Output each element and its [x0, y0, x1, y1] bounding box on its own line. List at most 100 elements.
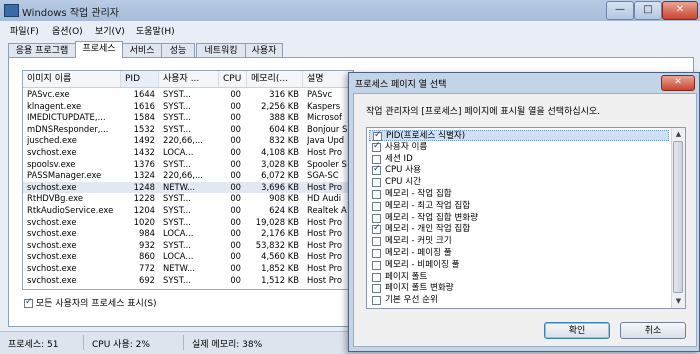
table-row[interactable]: svchost.exe 984 LOCA... 00 2,176 KB Host Pro: [23, 228, 353, 239]
column-cpu[interactable]: CPU: [219, 71, 247, 87]
column-option-label: 메모리 - 커밋 크기: [385, 236, 452, 247]
table-row[interactable]: svchost.exe 1432 LOCA... 00 4,108 KB Host Pro: [23, 147, 353, 158]
column-option[interactable]: 기본 우선 순위: [369, 295, 669, 306]
column-option[interactable]: ✓ 메모리 - 개인 작업 집합: [369, 223, 669, 235]
menu-options[interactable]: 옵션(O): [52, 24, 83, 37]
dialog-close-button[interactable]: ✕: [661, 75, 695, 91]
table-row[interactable]: svchost.exe 932 SYST... 00 53,832 KB Host Pro: [23, 240, 353, 251]
column-description[interactable]: 설명: [303, 71, 353, 87]
row-cpu: 00: [230, 147, 241, 157]
scroll-thumb[interactable]: [673, 141, 683, 293]
scroll-up-icon[interactable]: ▲: [672, 128, 685, 140]
close-button[interactable]: ✕: [662, 1, 698, 20]
menu-file[interactable]: 파일(F): [10, 24, 39, 37]
table-row[interactable]: jusched.exe 1492 220,66,... 00 832 KB Java Up…: [23, 135, 353, 146]
column-option-label: 메모리 - 비페이징 풀: [385, 259, 460, 270]
column-option-checkbox[interactable]: ✓: [372, 164, 381, 176]
cancel-button[interactable]: 취소: [620, 322, 686, 339]
column-option-checkbox[interactable]: [372, 190, 381, 199]
tab-users[interactable]: 사용자: [245, 43, 283, 58]
dialog-title: 프로세스 페이지 열 선택: [355, 80, 447, 90]
row-description: Host Pro: [307, 251, 343, 262]
table-row[interactable]: IMEDICTUPDATE,... 1584 SYST... 00 388 KB Micr…: [23, 112, 353, 123]
title-bar[interactable]: Windows 작업 관리자 — □ ✕: [0, 0, 700, 21]
column-option-checkbox[interactable]: ✓: [372, 223, 381, 235]
table-row[interactable]: svchost.exe 1020 SYST... 00 19,028 KB Host Pr…: [23, 217, 353, 228]
row-user-name: SYST...: [163, 193, 191, 204]
column-option-checkbox[interactable]: [372, 284, 381, 294]
column-option-checkbox[interactable]: [372, 272, 381, 282]
column-option-label: 기본 우선 순위: [385, 295, 438, 306]
table-row[interactable]: spoolsv.exe 1376 SYST... 00 3,028 KB Spooler …: [23, 159, 353, 170]
row-cpu: 00: [230, 135, 241, 146]
column-image-name[interactable]: 이미지 이름: [23, 71, 121, 87]
column-option[interactable]: 메모리 - 작업 집합 변화량: [369, 213, 669, 224]
show-all-processes-label: 모든 사용자의 프로세스 표시(S): [35, 299, 157, 309]
column-option-checkbox[interactable]: [372, 237, 381, 247]
column-option-checkbox[interactable]: ✓: [373, 130, 382, 141]
table-row[interactable]: svchost.exe 692 SYST... 00 1,512 KB Host Pro: [23, 275, 353, 286]
column-pid[interactable]: PID: [121, 71, 159, 87]
column-option-checkbox[interactable]: [372, 154, 381, 164]
row-pid: 1584: [133, 112, 155, 123]
row-pid: 1324: [133, 170, 155, 181]
checklist-scrollbar[interactable]: ▲ ▼: [671, 128, 685, 308]
column-option-checkbox[interactable]: ✓: [372, 141, 381, 152]
menu-help[interactable]: 도움말(H): [136, 24, 175, 37]
column-option[interactable]: ✓ PID(프로세스 식별자): [369, 130, 669, 141]
column-option[interactable]: 페이지 폴트: [369, 272, 669, 283]
table-row[interactable]: PASvc.exe 1644 SYST... 00 316 KB PASvc: [23, 89, 353, 100]
row-cpu: 00: [230, 205, 241, 215]
column-option-checkbox[interactable]: [372, 249, 381, 258]
column-option-label: 메모리 - 개인 작업 집합: [385, 224, 471, 235]
tab-networking[interactable]: 네트워킹: [196, 43, 246, 58]
column-option[interactable]: 페이지 폴트 변화량: [369, 283, 669, 294]
tab-processes[interactable]: 프로세스: [75, 41, 123, 58]
column-option[interactable]: 메모리 - 커밋 크기: [369, 236, 669, 247]
table-row[interactable]: svchost.exe 1248 NETW... 00 3,696 KB Host Pro: [23, 181, 353, 193]
table-row[interactable]: mDNSResponder,... 1532 SYST... 00 604 KB Bonj…: [23, 124, 353, 135]
row-user-name: LOCA...: [163, 147, 194, 157]
column-memory[interactable]: 메모리(...: [247, 71, 303, 87]
maximize-button[interactable]: □: [634, 1, 662, 20]
column-option[interactable]: 메모리 - 비페이징 풀: [369, 260, 669, 271]
row-memory: 388 KB: [269, 112, 299, 123]
table-row[interactable]: svchost.exe 860 LOCA... 00 4,560 KB Host Pro: [23, 251, 353, 262]
column-option-checkbox[interactable]: [372, 178, 381, 188]
tab-performance[interactable]: 성능: [161, 43, 195, 58]
column-option-label: 메모리 - 페이징 풀: [385, 248, 452, 258]
row-user-name: SYST...: [163, 89, 191, 99]
column-option[interactable]: 세션 ID: [369, 154, 669, 165]
scroll-down-icon[interactable]: ▼: [672, 295, 685, 307]
column-option[interactable]: 메모리 - 최고 작업 집합: [369, 201, 669, 212]
show-all-processes-option[interactable]: ✓ 모든 사용자의 프로세스 표시(S): [24, 296, 157, 309]
table-row[interactable]: klnagent.exe 1616 SYST... 00 2,256 KB Kaspers: [23, 101, 353, 112]
ok-button[interactable]: 확인: [544, 322, 610, 339]
tab-applications[interactable]: 응용 프로그램: [8, 43, 76, 58]
table-row[interactable]: RtHDVBg.exe 1228 SYST... 00 908 KB HD Audi: [23, 193, 353, 204]
minimize-button[interactable]: —: [606, 1, 634, 20]
process-list[interactable]: 이미지 이름 PID 사용자 ... CPU 메모리(... 설명 PASvc.…: [22, 70, 354, 290]
menu-view[interactable]: 보기(V): [95, 24, 125, 37]
row-description: HD Audi: [307, 193, 342, 204]
checkmark-icon: ✓: [374, 130, 382, 140]
table-row[interactable]: RtkAudioService.exe 1204 SYST... 00 624 KB Re…: [23, 205, 353, 216]
column-option[interactable]: ✓ CPU 사용: [369, 164, 669, 176]
show-all-processes-checkbox[interactable]: ✓: [24, 297, 33, 308]
column-option[interactable]: CPU 시간: [369, 177, 669, 188]
column-option-checkbox[interactable]: [372, 213, 381, 223]
column-option[interactable]: 메모리 - 작업 집합: [369, 189, 669, 200]
tab-services[interactable]: 서비스: [122, 43, 162, 58]
table-row[interactable]: PASSManager.exe 1324 220,66,... 00 6,072 KB S…: [23, 170, 353, 181]
column-option-checkbox[interactable]: [372, 296, 381, 306]
column-option[interactable]: ✓ 사용자 이름: [369, 141, 669, 153]
column-checklist[interactable]: ✓ PID(프로세스 식별자) ✓ 사용자 이름 세션 ID ✓ CPU 사용 CPU 시간 메…: [366, 127, 686, 309]
row-cpu: 00: [230, 228, 241, 239]
row-cpu: 00: [230, 170, 241, 181]
table-row[interactable]: svchost.exe 772 NETW... 00 1,852 KB Host Pro: [23, 263, 353, 274]
column-option-checkbox[interactable]: [372, 201, 381, 211]
column-user-name[interactable]: 사용자 ...: [159, 71, 219, 87]
column-option[interactable]: 메모리 - 페이징 풀: [369, 248, 669, 259]
row-memory: 2,256 KB: [261, 100, 299, 111]
column-option-checkbox[interactable]: [372, 260, 381, 270]
